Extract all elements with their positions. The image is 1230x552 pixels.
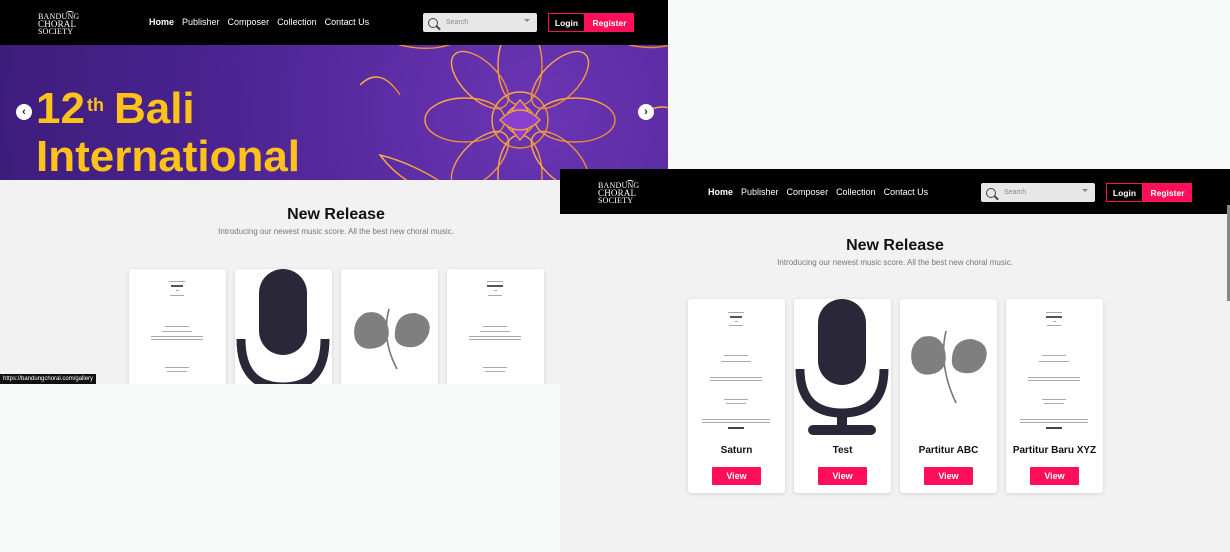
release-card: Partitur ABC View bbox=[900, 299, 997, 493]
nav-composer[interactable]: Composer bbox=[228, 17, 270, 27]
banner-title-line-1: 12th Bali bbox=[36, 84, 195, 133]
hero-carousel: 12th Bali International ‹ › bbox=[0, 45, 668, 180]
carousel-prev-button[interactable]: ‹ bbox=[16, 104, 32, 120]
release-card[interactable] bbox=[447, 269, 544, 384]
card-title: Saturn bbox=[720, 445, 753, 456]
card-title: Test bbox=[832, 445, 853, 456]
search-placeholder: Search bbox=[1004, 189, 1027, 196]
release-card[interactable] bbox=[129, 269, 226, 384]
site-logo[interactable]: BANDUNG CHORAL SOCIETY bbox=[38, 11, 79, 36]
view-button[interactable]: View bbox=[1030, 467, 1079, 485]
banner-title-line-2: International bbox=[36, 132, 301, 180]
card-title: Partitur ABC bbox=[918, 445, 979, 456]
nav-publisher[interactable]: Publisher bbox=[182, 17, 220, 27]
login-button[interactable]: Login bbox=[1106, 183, 1143, 202]
card-title: Partitur Baru XYZ bbox=[1012, 445, 1097, 456]
new-release-section: New Release Introducing our newest music… bbox=[0, 180, 560, 384]
microphone-icon[interactable] bbox=[794, 299, 891, 437]
browser-window-front: BANDUNG CHORAL SOCIETY Home Publisher Co… bbox=[560, 169, 1230, 552]
status-bar-url: https://bandungchoral.com/gallery bbox=[0, 374, 97, 384]
login-button[interactable]: Login bbox=[548, 13, 585, 32]
score-thumbnail[interactable] bbox=[688, 299, 785, 435]
section-subtitle: Introducing our newest music score. All … bbox=[218, 227, 454, 236]
section-subtitle: Introducing our newest music score. All … bbox=[777, 258, 1013, 267]
bird-icon bbox=[66, 11, 74, 16]
logo-line-3: SOCIETY bbox=[598, 196, 634, 205]
release-card[interactable] bbox=[341, 269, 438, 384]
release-card: Partitur Baru XYZ View bbox=[1006, 299, 1103, 493]
search-icon bbox=[428, 17, 438, 28]
section-title: New Release bbox=[287, 206, 385, 223]
nav-contact-us[interactable]: Contact Us bbox=[325, 17, 370, 27]
section-title: New Release bbox=[846, 237, 944, 254]
sprout-icon[interactable] bbox=[900, 299, 997, 437]
nav-home[interactable]: Home bbox=[708, 187, 733, 197]
release-card: Test View bbox=[794, 299, 891, 493]
register-button[interactable]: Register bbox=[1143, 183, 1192, 202]
main-menu: Home Publisher Composer Collection Conta… bbox=[149, 17, 369, 27]
view-button[interactable]: View bbox=[818, 467, 867, 485]
view-button[interactable]: View bbox=[924, 467, 973, 485]
microphone-icon bbox=[236, 269, 330, 384]
nav-collection[interactable]: Collection bbox=[277, 17, 317, 27]
bird-icon bbox=[626, 180, 634, 185]
register-button[interactable]: Register bbox=[585, 13, 634, 32]
nav-contact-us[interactable]: Contact Us bbox=[884, 187, 929, 197]
sprout-icon bbox=[354, 308, 430, 370]
logo-line-3: SOCIETY bbox=[38, 27, 74, 36]
view-button[interactable]: View bbox=[712, 467, 761, 485]
nav-composer[interactable]: Composer bbox=[787, 187, 829, 197]
release-card[interactable] bbox=[235, 269, 332, 384]
nav-collection[interactable]: Collection bbox=[836, 187, 876, 197]
navbar: BANDUNG CHORAL SOCIETY Home Publisher Co… bbox=[0, 0, 668, 45]
main-menu: Home Publisher Composer Collection Conta… bbox=[708, 187, 928, 197]
nav-home[interactable]: Home bbox=[149, 17, 174, 27]
search-input[interactable]: Search bbox=[423, 13, 537, 32]
search-placeholder: Search bbox=[446, 19, 469, 26]
release-card: Saturn View bbox=[688, 299, 785, 493]
mandala-decoration bbox=[359, 45, 668, 180]
navbar: BANDUNG CHORAL SOCIETY Home Publisher Co… bbox=[560, 169, 1230, 214]
search-input[interactable]: Search bbox=[981, 183, 1095, 202]
nav-publisher[interactable]: Publisher bbox=[741, 187, 779, 197]
score-thumbnail[interactable] bbox=[1006, 299, 1103, 435]
carousel-next-button[interactable]: › bbox=[638, 104, 654, 120]
site-logo[interactable]: BANDUNG CHORAL SOCIETY bbox=[598, 180, 639, 205]
chevron-down-icon bbox=[524, 19, 530, 22]
chevron-down-icon bbox=[1082, 189, 1088, 192]
search-icon bbox=[986, 187, 996, 198]
